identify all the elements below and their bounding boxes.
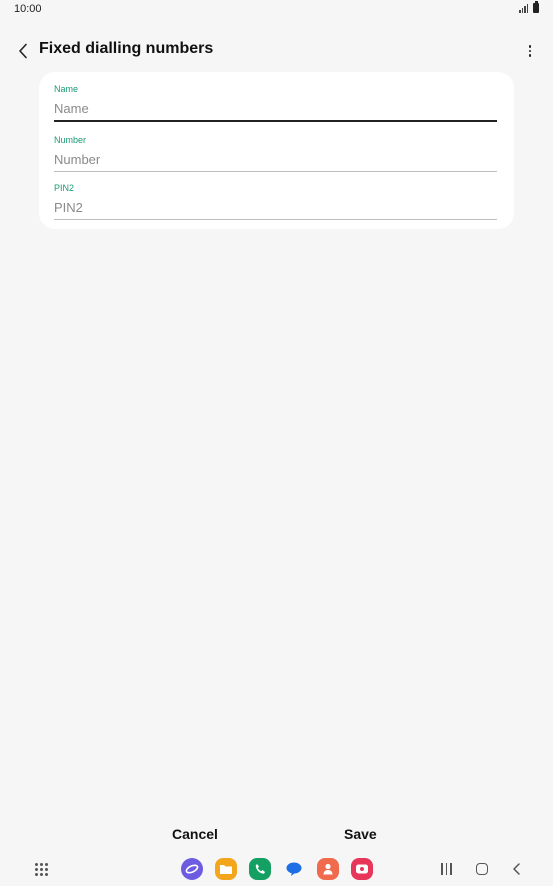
- back-button[interactable]: [12, 38, 34, 64]
- pin2-label: PIN2: [54, 183, 75, 193]
- name-underline: [54, 120, 497, 122]
- apps-grid-icon[interactable]: [35, 863, 48, 876]
- nav-back-icon[interactable]: [511, 862, 523, 876]
- screen-recorder-icon[interactable]: [351, 858, 373, 880]
- form-card: Name Number PIN2: [39, 72, 514, 229]
- contacts-icon[interactable]: [317, 858, 339, 880]
- home-icon[interactable]: [476, 863, 488, 875]
- name-label: Name: [54, 84, 79, 94]
- chevron-left-icon: [19, 43, 27, 59]
- status-time: 10:00: [14, 3, 42, 15]
- internet-icon[interactable]: [181, 858, 203, 880]
- status-bar: 10:00: [0, 0, 553, 18]
- name-input[interactable]: [54, 98, 497, 118]
- number-underline: [54, 171, 497, 172]
- signal-icon: [519, 3, 529, 13]
- battery-icon: [533, 1, 539, 13]
- phone-icon[interactable]: [249, 858, 271, 880]
- cancel-button[interactable]: Cancel: [166, 824, 224, 844]
- app-dock: [181, 858, 373, 880]
- bottom-actions: Cancel Save: [0, 820, 553, 848]
- name-field-group: Name: [54, 84, 497, 122]
- save-button[interactable]: Save: [338, 824, 383, 844]
- files-icon[interactable]: [215, 858, 237, 880]
- pin2-field-group: PIN2: [54, 183, 497, 220]
- number-label: Number: [54, 135, 87, 145]
- number-field-group: Number: [54, 135, 497, 172]
- page-title: Fixed dialling numbers: [39, 40, 214, 57]
- pin2-underline: [54, 219, 497, 220]
- more-options-button[interactable]: [521, 40, 539, 62]
- messages-icon[interactable]: [283, 858, 305, 880]
- recents-icon[interactable]: [441, 863, 455, 875]
- navigation-bar: [0, 852, 553, 886]
- pin2-input[interactable]: [54, 197, 497, 217]
- number-input[interactable]: [54, 149, 497, 169]
- status-icons: [519, 1, 539, 13]
- app-header: Fixed dialling numbers: [0, 36, 553, 66]
- more-vertical-icon: [528, 45, 532, 48]
